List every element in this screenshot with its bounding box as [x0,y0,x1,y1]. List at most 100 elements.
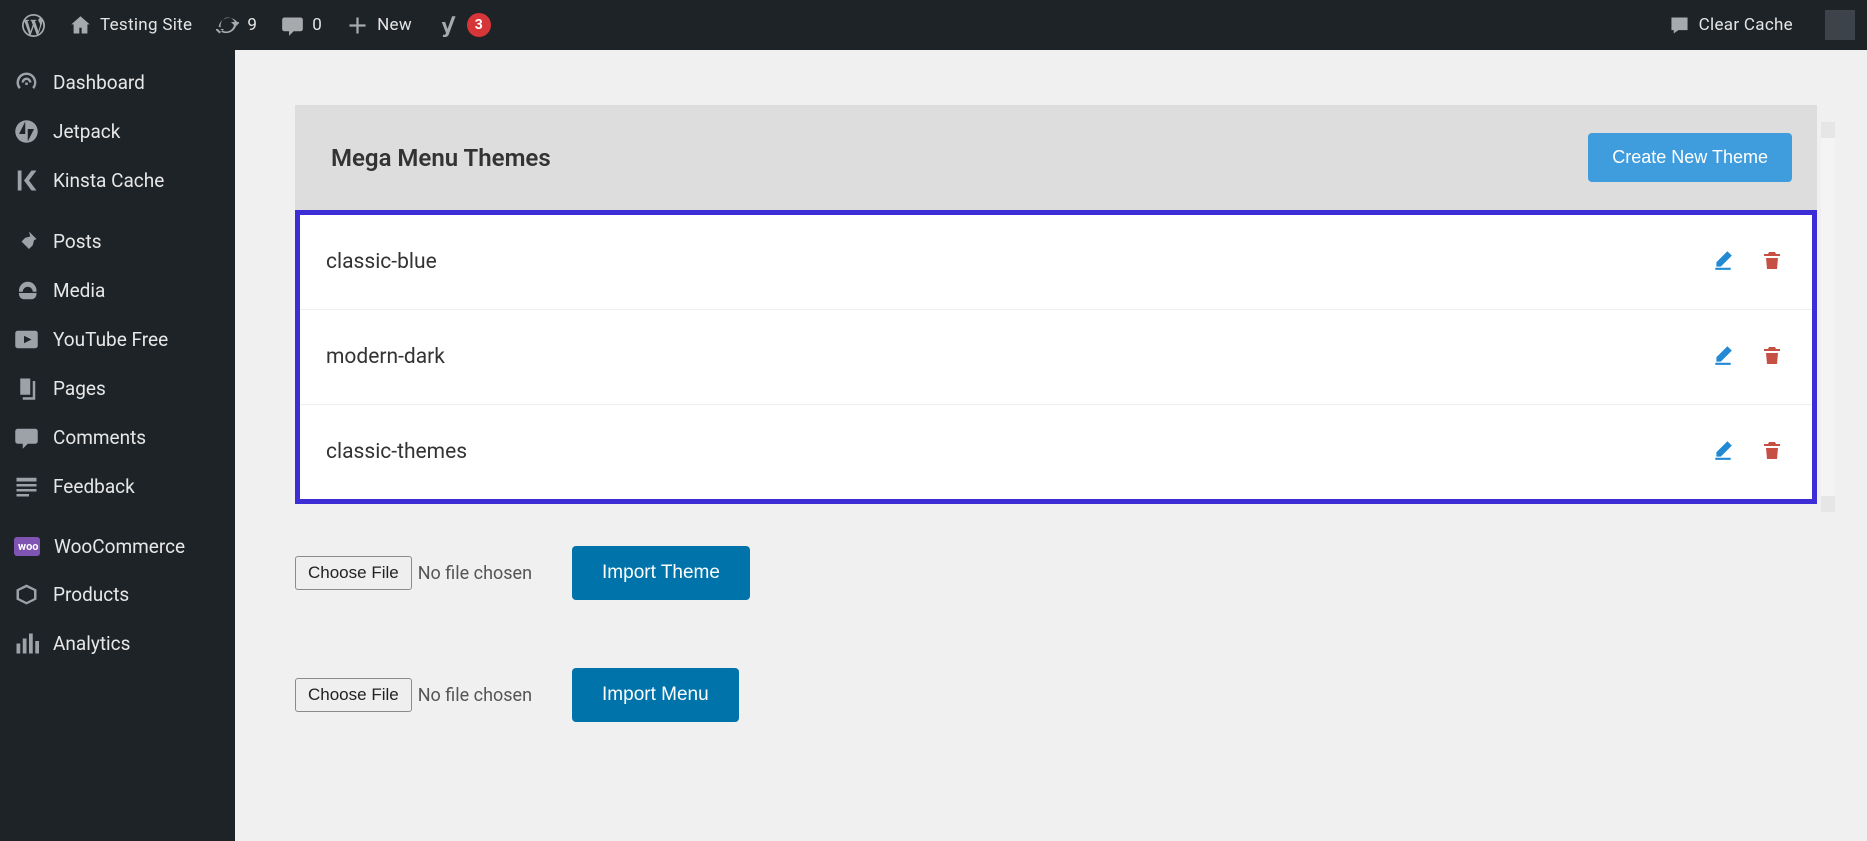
media-icon [14,278,39,303]
main-content: Mega Menu Themes Create New Theme classi… [235,50,1867,841]
sidebar-item-pages[interactable]: Pages [0,364,235,413]
pencil-icon [1712,249,1734,271]
sidebar-item-label: Products [53,583,129,606]
comments-count: 0 [312,15,322,35]
site-name-label: Testing Site [100,15,192,35]
comment-square-icon [1668,14,1691,37]
import-menu-button[interactable]: Import Menu [572,668,739,722]
theme-actions [1712,344,1782,370]
delete-theme-button[interactable] [1762,439,1782,465]
site-name-button[interactable]: Testing Site [59,0,202,50]
theme-actions [1712,439,1782,465]
clear-cache-label: Clear Cache [1699,15,1793,35]
panel-title: Mega Menu Themes [331,144,551,172]
theme-actions [1712,249,1782,275]
sidebar-item-label: Feedback [53,475,135,498]
yoast-button[interactable]: 3 [426,0,501,50]
comment-icon [14,425,39,450]
theme-name: classic-blue [326,250,437,274]
sidebar-item-label: Dashboard [53,71,145,94]
scroll-up-button[interactable] [1821,122,1835,138]
theme-row: classic-blue [300,215,1812,310]
box-icon [14,582,39,607]
sidebar-item-products[interactable]: Products [0,570,235,619]
file-chosen-status: No file chosen [418,563,532,584]
sidebar-item-label: Kinsta Cache [53,169,164,192]
delete-theme-button[interactable] [1762,344,1782,370]
file-chosen-status: No file chosen [418,685,532,706]
file-chooser: Choose File No file chosen [295,678,532,712]
sidebar-item-label: Analytics [53,632,130,655]
woo-icon: woo [14,537,40,556]
chart-icon [14,631,39,656]
pin-icon [14,229,39,254]
import-theme-button[interactable]: Import Theme [572,546,750,600]
yoast-icon [436,14,459,37]
yoast-badge: 3 [467,13,491,37]
sidebar-item-youtube-free[interactable]: YouTube Free [0,315,235,364]
user-avatar[interactable] [1825,10,1855,40]
theme-list: classic-blue modern-dark classic-themes [295,210,1817,504]
theme-row: classic-themes [300,405,1812,499]
sidebar-item-dashboard[interactable]: Dashboard [0,58,235,107]
import-theme-row: Choose File No file chosen Import Theme [295,546,1817,600]
wordpress-logo-button[interactable] [12,0,55,50]
plus-icon [346,14,369,37]
home-icon [69,14,92,37]
theme-name: classic-themes [326,440,467,464]
delete-theme-button[interactable] [1762,249,1782,275]
sidebar-item-posts[interactable]: Posts [0,217,235,266]
play-icon [14,327,39,352]
sidebar-item-analytics[interactable]: Analytics [0,619,235,668]
sidebar-item-feedback[interactable]: Feedback [0,462,235,511]
comments-button[interactable]: 0 [271,0,332,50]
refresh-icon [216,14,239,37]
sidebar-item-jetpack[interactable]: Jetpack [0,107,235,156]
sidebar-item-kinsta-cache[interactable]: Kinsta Cache [0,156,235,205]
jetpack-icon [14,119,39,144]
feedback-icon [14,474,39,499]
sidebar-item-label: YouTube Free [53,328,168,351]
updates-button[interactable]: 9 [206,0,267,50]
dashboard-icon [14,70,39,95]
sidebar-item-label: Comments [53,426,146,449]
trash-icon [1762,439,1782,461]
sidebar-item-label: Posts [53,230,102,253]
new-label: New [377,15,412,35]
scrollbar[interactable] [1821,122,1835,512]
trash-icon [1762,344,1782,366]
edit-theme-button[interactable] [1712,249,1734,275]
trash-icon [1762,249,1782,271]
pages-icon [14,376,39,401]
mega-menu-panel: Mega Menu Themes Create New Theme classi… [295,105,1817,722]
pencil-icon [1712,439,1734,461]
file-chooser: Choose File No file chosen [295,556,532,590]
choose-file-button[interactable]: Choose File [295,556,412,590]
wordpress-icon [22,14,45,37]
scroll-down-button[interactable] [1821,496,1835,512]
new-button[interactable]: New [336,0,422,50]
sidebar-item-label: Pages [53,377,106,400]
edit-theme-button[interactable] [1712,439,1734,465]
clear-cache-button[interactable]: Clear Cache [1658,0,1803,50]
sidebar-item-label: WooCommerce [54,535,185,558]
import-menu-row: Choose File No file chosen Import Menu [295,668,1817,722]
comment-icon [281,14,304,37]
sidebar-item-label: Jetpack [53,120,120,143]
admin-sidebar: Dashboard Jetpack Kinsta Cache Posts Med… [0,50,235,841]
kinsta-icon [14,168,39,193]
sidebar-item-comments[interactable]: Comments [0,413,235,462]
admin-bar: Testing Site 9 0 New 3 Clear Cache [0,0,1867,50]
sidebar-item-label: Media [53,279,105,302]
theme-name: modern-dark [326,345,445,369]
pencil-icon [1712,344,1734,366]
admin-bar-left: Testing Site 9 0 New 3 [12,0,501,50]
create-new-theme-button[interactable]: Create New Theme [1588,133,1792,182]
admin-bar-right: Clear Cache [1658,0,1855,50]
sidebar-item-woocommerce[interactable]: woo WooCommerce [0,523,235,570]
choose-file-button[interactable]: Choose File [295,678,412,712]
edit-theme-button[interactable] [1712,344,1734,370]
sidebar-item-media[interactable]: Media [0,266,235,315]
theme-row: modern-dark [300,310,1812,405]
updates-count: 9 [247,15,257,35]
